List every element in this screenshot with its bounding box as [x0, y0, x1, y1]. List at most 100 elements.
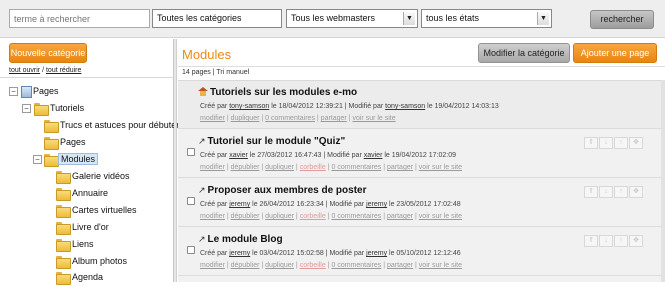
editor-link[interactable]: xavier [364, 152, 383, 159]
move-top-icon[interactable]: ⇑ [584, 235, 598, 247]
share-link[interactable]: partager [387, 164, 413, 171]
tree-node-label: Liens [72, 239, 94, 249]
comments-link[interactable]: 0 commentaires [331, 262, 381, 269]
search-input[interactable] [9, 9, 150, 28]
tree-node-label: Galerie vidéos [72, 171, 130, 181]
comments-link[interactable]: 0 commentaires [331, 213, 381, 220]
state-select[interactable]: tous les états ▼ [421, 9, 552, 28]
move-up-icon[interactable]: ↑ [614, 137, 628, 149]
folder-icon [56, 239, 71, 252]
divider [0, 77, 174, 78]
view-on-site-link[interactable]: voir sur le site [419, 213, 462, 220]
search-toolbar: Toutes les catégories Tous les webmaster… [0, 0, 665, 38]
row-checkbox[interactable] [187, 148, 195, 156]
page-title-link[interactable]: ↗ Tutoriel sur le module "Quiz" [198, 136, 345, 147]
tree-node-label: Tutoriels [50, 103, 85, 113]
page-title-link[interactable]: Tutoriels sur les modules e-mo [198, 87, 357, 98]
edit-link[interactable]: modifier [200, 213, 225, 220]
duplicate-link[interactable]: dupliquer [265, 262, 294, 269]
share-link[interactable]: partager [387, 213, 413, 220]
row-actions: modifier | dépublier | dupliquer | corbe… [200, 213, 462, 220]
drag-handle-icon[interactable]: ✥ [629, 186, 643, 198]
move-up-icon[interactable]: ↑ [614, 186, 628, 198]
move-top-icon[interactable]: ⇑ [584, 186, 598, 198]
page-title-link[interactable]: ↗ Le module Blog [198, 234, 283, 245]
comments-link[interactable]: 0 commentaires [265, 115, 315, 122]
tree-node-label: Cartes virtuelles [72, 205, 137, 215]
category-sidebar: Nouvelle catégorie tout ouvrir / tout ré… [0, 39, 179, 285]
created-prefix: Créé par [200, 250, 230, 257]
collapse-toggle-icon[interactable]: − [22, 104, 31, 113]
trash-link[interactable]: corbeille [300, 164, 326, 171]
main-panel: Modules Modifier la catégorie Ajouter un… [178, 39, 665, 282]
row-checkbox[interactable] [187, 197, 195, 205]
add-page-button[interactable]: Ajouter une page [573, 43, 657, 63]
expand-all-link[interactable]: tout ouvrir [9, 67, 40, 74]
editor-link[interactable]: tony-samson [385, 103, 425, 110]
move-top-icon[interactable]: ⇑ [584, 137, 598, 149]
edit-category-button[interactable]: Modifier la catégorie [478, 43, 570, 63]
trash-link[interactable]: corbeille [300, 262, 326, 269]
comments-link[interactable]: 0 commentaires [331, 164, 381, 171]
row-meta: Créé par jeremy le 03/04/2012 15:02:58 |… [200, 250, 461, 257]
folder-icon [44, 120, 59, 133]
home-icon [198, 87, 208, 96]
trash-link[interactable]: corbeille [300, 213, 326, 220]
search-button[interactable]: rechercher [590, 10, 654, 29]
duplicate-link[interactable]: dupliquer [265, 164, 294, 171]
pane-splitter[interactable] [174, 39, 177, 282]
tree-node-label: Livre d'or [72, 222, 109, 232]
duplicate-link[interactable]: dupliquer [265, 213, 294, 220]
folder-icon [34, 103, 49, 116]
new-category-button[interactable]: Nouvelle catégorie [9, 43, 87, 63]
page-title-link[interactable]: ↗ Proposer aux membres de poster [198, 185, 367, 196]
editor-link[interactable]: jeremy [366, 201, 387, 208]
divider [178, 66, 665, 67]
list-item: ↗ Le module Blog Créé par jeremy le 03/04… [178, 228, 661, 276]
collapse-toggle-icon[interactable]: − [33, 155, 42, 164]
category-select[interactable]: Toutes les catégories [152, 9, 282, 28]
collapse-all-link[interactable]: tout réduire [46, 67, 81, 74]
view-on-site-link[interactable]: voir sur le site [419, 164, 462, 171]
created-date: le 27/03/2012 16:47:43 | Modifié par [247, 152, 364, 159]
move-down-icon[interactable]: ↓ [599, 137, 613, 149]
row-checkbox[interactable] [187, 246, 195, 254]
editor-link[interactable]: jeremy [366, 250, 387, 257]
row-controls: ⇑ ↓ ↑ ✥ [584, 185, 644, 198]
webmaster-select[interactable]: Tous les webmasters ▼ [286, 9, 418, 28]
created-date: le 18/04/2012 12:39:21 | Modifié par [269, 103, 386, 110]
move-down-icon[interactable]: ↓ [599, 186, 613, 198]
view-on-site-link[interactable]: voir sur le site [352, 115, 395, 122]
unpublish-link[interactable]: dépublier [231, 262, 260, 269]
tree-node-label: Album photos [72, 256, 128, 266]
created-prefix: Créé par [200, 103, 230, 110]
move-down-icon[interactable]: ↓ [599, 235, 613, 247]
edit-link[interactable]: modifier [200, 115, 225, 122]
list-scrollbar[interactable] [661, 80, 665, 282]
share-link[interactable]: partager [321, 115, 347, 122]
row-actions: modifier | dépublier | dupliquer | corbe… [200, 262, 462, 269]
author-link[interactable]: jeremy [229, 201, 250, 208]
view-on-site-link[interactable]: voir sur le site [419, 262, 462, 269]
share-link[interactable]: partager [387, 262, 413, 269]
row-actions: modifier | dépublier | dupliquer | corbe… [200, 164, 462, 171]
author-link[interactable]: tony-samson [229, 103, 269, 110]
author-link[interactable]: jeremy [229, 250, 250, 257]
pages-count: 14 pages | Tri manuel [182, 69, 250, 76]
tree-node-label: Agenda [72, 272, 104, 282]
list-item: Tutoriels sur les modules e-mo Créé par … [178, 81, 661, 129]
author-link[interactable]: xavier [229, 152, 248, 159]
folder-icon [56, 272, 71, 285]
unpublish-link[interactable]: dépublier [231, 164, 260, 171]
unpublish-link[interactable]: dépublier [231, 213, 260, 220]
move-up-icon[interactable]: ↑ [614, 235, 628, 247]
tree-expand-controls: tout ouvrir / tout réduire [9, 67, 81, 74]
edit-link[interactable]: modifier [200, 164, 225, 171]
created-date: le 26/04/2012 16:23:34 | Modifié par [250, 201, 367, 208]
drag-handle-icon[interactable]: ✥ [629, 235, 643, 247]
duplicate-link[interactable]: dupliquer [231, 115, 260, 122]
drag-handle-icon[interactable]: ✥ [629, 137, 643, 149]
list-item: ↗ Tutoriel sur le module "Quiz" Créé par … [178, 130, 661, 178]
edit-link[interactable]: modifier [200, 262, 225, 269]
collapse-toggle-icon[interactable]: − [9, 87, 18, 96]
